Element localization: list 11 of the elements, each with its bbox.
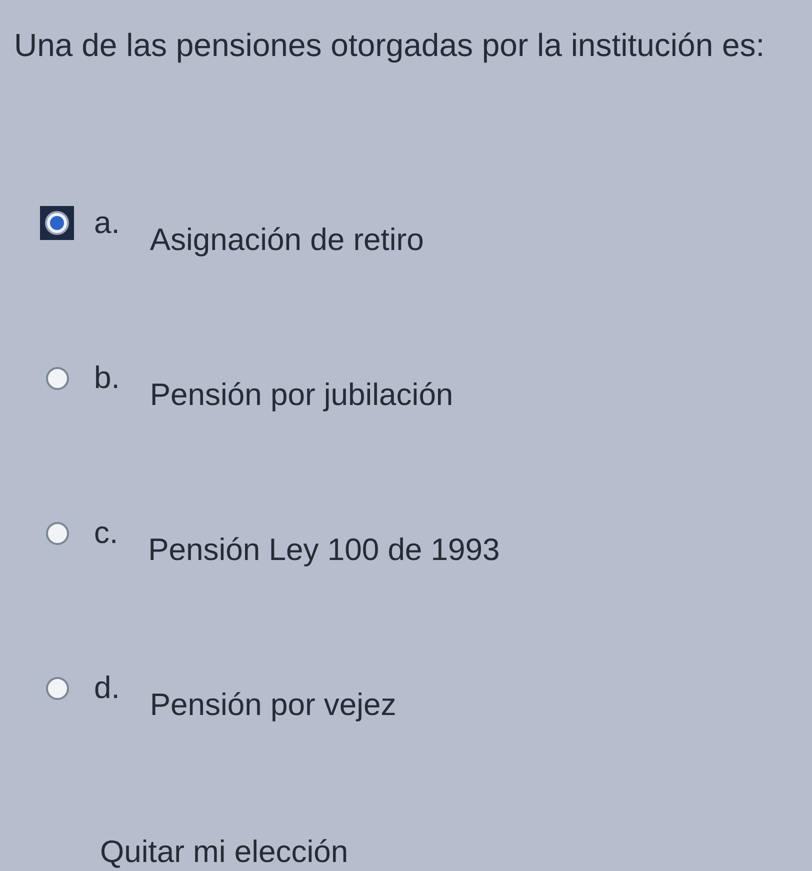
question-text: Una de las pensiones otorgadas por la institución es:: [14, 26, 766, 64]
clear-choice-link[interactable]: Quitar mi elección: [100, 834, 348, 869]
option-label: Pensión Ley 100 de 1993: [148, 532, 500, 568]
option-letter: c.: [94, 516, 118, 550]
selected-radio-button[interactable]: [40, 206, 74, 240]
option-label: Pensión por jubilación: [150, 377, 454, 413]
option-letter: a.: [94, 206, 120, 240]
option-letter: b.: [94, 361, 120, 395]
option-label: Pensión por vejez: [150, 687, 396, 723]
option-label: Asignación de retiro: [150, 222, 424, 258]
option-letter: d.: [94, 671, 120, 705]
